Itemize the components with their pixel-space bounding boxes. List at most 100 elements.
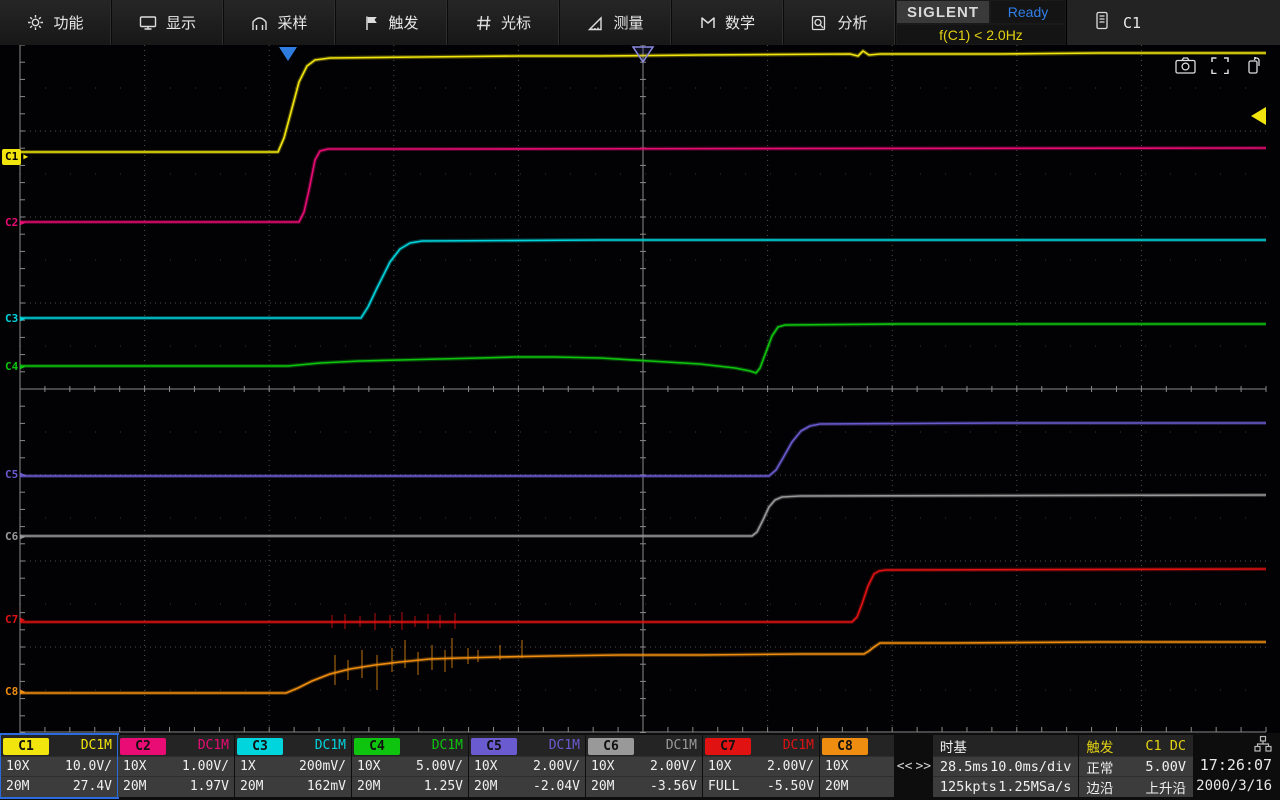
channel-marker-label: C4 xyxy=(5,359,18,375)
channel-marker-c4[interactable]: C4▶ xyxy=(2,359,28,375)
probe-device-icon xyxy=(1095,11,1109,34)
channel-marker-c2[interactable]: C2▶ xyxy=(2,215,28,231)
menu-item-label: 显示 xyxy=(166,12,196,33)
menu-item-label: 测量 xyxy=(613,12,643,33)
channel-volts-per-div: 2.00V/ xyxy=(767,759,814,774)
channel-marker-arrow-icon: ▶ xyxy=(20,215,25,231)
fullscreen-icon[interactable] xyxy=(1209,55,1231,75)
channel-marker-c6[interactable]: C6▶ xyxy=(2,529,28,545)
channel-coupling: DC1M xyxy=(783,738,814,753)
gear-icon xyxy=(27,14,44,31)
channel-chip: C8 xyxy=(822,738,868,755)
channel-attenuation: 10X xyxy=(6,759,29,774)
trigger-box[interactable]: 触发 C1 DC 正常 5.00V 边沿 上升沿 xyxy=(1079,735,1193,797)
channel-bandwidth: 20M xyxy=(357,779,380,794)
rotate-display-icon[interactable] xyxy=(1244,55,1266,75)
clock-date: 2000/3/16 xyxy=(1196,776,1272,796)
channel-bandwidth: FULL xyxy=(708,779,739,794)
timebase-points: 125kpts xyxy=(940,779,997,795)
channel-marker-c7[interactable]: C7▶ xyxy=(2,612,28,628)
menu-item-math[interactable]: 数学 xyxy=(672,0,784,45)
analysis-icon xyxy=(811,15,828,31)
channel-box-c4[interactable]: C4DC1M10X5.00V/20M1.25V xyxy=(352,735,468,797)
menu-item-cursor[interactable]: 光标 xyxy=(448,0,560,45)
math-icon xyxy=(700,16,716,30)
trigger-type: 边沿 xyxy=(1086,777,1113,797)
channel-chip: C5 xyxy=(471,738,517,755)
channel-marker-c1[interactable]: C1▶ xyxy=(2,149,21,165)
channel-marker-label: C3 xyxy=(5,311,18,327)
channel-marker-label: C6 xyxy=(5,529,18,545)
menu-item-label: 数学 xyxy=(725,12,755,33)
channel-box-c6[interactable]: C6DC1M10X2.00V/20M-3.56V xyxy=(586,735,702,797)
channel-bandwidth: 20M xyxy=(123,779,146,794)
channel-attenuation: 10X xyxy=(708,759,731,774)
menu-item-acquire[interactable]: 采样 xyxy=(224,0,336,45)
screenshot-camera-icon[interactable] xyxy=(1174,55,1196,75)
channel-attenuation: 10X xyxy=(474,759,497,774)
trigger-title: 触发 xyxy=(1086,736,1113,756)
channel-chip: C7 xyxy=(705,738,751,755)
channel-bandwidth: 20M xyxy=(825,779,848,794)
channel-marker-c5[interactable]: C5▶ xyxy=(2,467,28,483)
timebase-box[interactable]: 时基 28.5ms 10.0ms/div 125kpts 1.25MSa/s xyxy=(933,735,1079,797)
channel-volts-per-div: 2.00V/ xyxy=(650,759,697,774)
channel-coupling: DC1M xyxy=(666,738,697,753)
trigger-level: 5.00V xyxy=(1145,759,1186,775)
channel-marker-arrow-icon: ▶ xyxy=(20,359,25,375)
waveform-display[interactable]: C1▶C2▶C3▶C4▶C5▶C6▶C7▶C8▶ xyxy=(0,45,1280,733)
trigger-position-marker[interactable] xyxy=(279,47,297,61)
channel-attenuation: 1X xyxy=(240,759,256,774)
channel-attenuation: 10X xyxy=(357,759,380,774)
channel-marker-arrow-icon: ▶ xyxy=(20,684,25,700)
channel-marker-c3[interactable]: C3▶ xyxy=(2,311,28,327)
channel-bandwidth: 20M xyxy=(591,779,614,794)
menu-item-trigger[interactable]: 触发 xyxy=(336,0,448,45)
display-icon xyxy=(139,15,157,31)
channel-coupling: DC1M xyxy=(315,738,346,753)
channel-offset: -5.50V xyxy=(767,779,814,794)
menu-item-label: 光标 xyxy=(501,12,531,33)
channel-bandwidth: 20M xyxy=(474,779,497,794)
clock-box: 17:26:07 2000/3/16 xyxy=(1194,735,1280,796)
channel-box-c7[interactable]: C7 DC1M 10X 2.00V/FULL -5.50V xyxy=(703,735,819,797)
channel-box-c8[interactable]: C810X20M xyxy=(820,735,894,797)
channel-box-c2[interactable]: C2DC1M10X1.00V/20M1.97V xyxy=(118,735,234,797)
channel-marker-label: C7 xyxy=(5,612,18,628)
menu-item-label: 触发 xyxy=(388,12,418,33)
channel-marker-arrow-icon: ▶ xyxy=(20,467,25,483)
timebase-title: 时基 xyxy=(940,736,967,756)
channel-volts-per-div: 1.00V/ xyxy=(182,759,229,774)
channel-marker-c8[interactable]: C8▶ xyxy=(2,684,28,700)
channel-box-c5[interactable]: C5DC1M10X2.00V/20M-2.04V xyxy=(469,735,585,797)
channel-box-c1[interactable]: C1DC1M10X10.0V/20M27.4V xyxy=(1,735,117,797)
menu-item-function[interactable]: 功能 xyxy=(0,0,112,45)
menu-item-measure[interactable]: 测量 xyxy=(560,0,672,45)
network-icon[interactable] xyxy=(1254,735,1272,755)
channel-marker-arrow-icon: ▶ xyxy=(20,529,25,545)
channel-volts-per-div: 200mV/ xyxy=(299,759,346,774)
channel-volts-per-div: 2.00V/ xyxy=(533,759,580,774)
status-block: SIGLENT Ready f(C1) < 2.0Hz xyxy=(896,0,1066,45)
menu-item-display[interactable]: 显示 xyxy=(112,0,224,45)
channel-marker-label: C1 xyxy=(5,149,18,165)
sample-rate: 1.25MSa/s xyxy=(998,779,1071,795)
acquisition-status[interactable]: Ready xyxy=(990,0,1066,24)
channel-marker-label: C8 xyxy=(5,684,18,700)
channel-marker-arrow-icon: ▶ xyxy=(20,612,25,628)
trigger-frequency-readout: f(C1) < 2.0Hz xyxy=(896,24,1066,45)
channel-volts-per-div: 5.00V/ xyxy=(416,759,463,774)
channel-coupling: DC1M xyxy=(198,738,229,753)
channel-chip: C6 xyxy=(588,738,634,755)
menu-item-label: 分析 xyxy=(837,12,867,33)
trigger-level-marker[interactable] xyxy=(1251,107,1266,125)
menu-item-analysis[interactable]: 分析 xyxy=(784,0,896,45)
channel-box-c3[interactable]: C3DC1M1X200mV/20M162mV xyxy=(235,735,351,797)
channel-chip: C1 xyxy=(3,738,49,755)
pager-next-button[interactable]: >> xyxy=(915,759,931,774)
menu-item-label: 功能 xyxy=(53,12,83,33)
active-channel-button[interactable]: C1 xyxy=(1066,0,1280,45)
channel-attenuation: 10X xyxy=(591,759,614,774)
pager-prev-button[interactable]: << xyxy=(897,759,913,774)
clock-time: 17:26:07 xyxy=(1200,755,1272,776)
